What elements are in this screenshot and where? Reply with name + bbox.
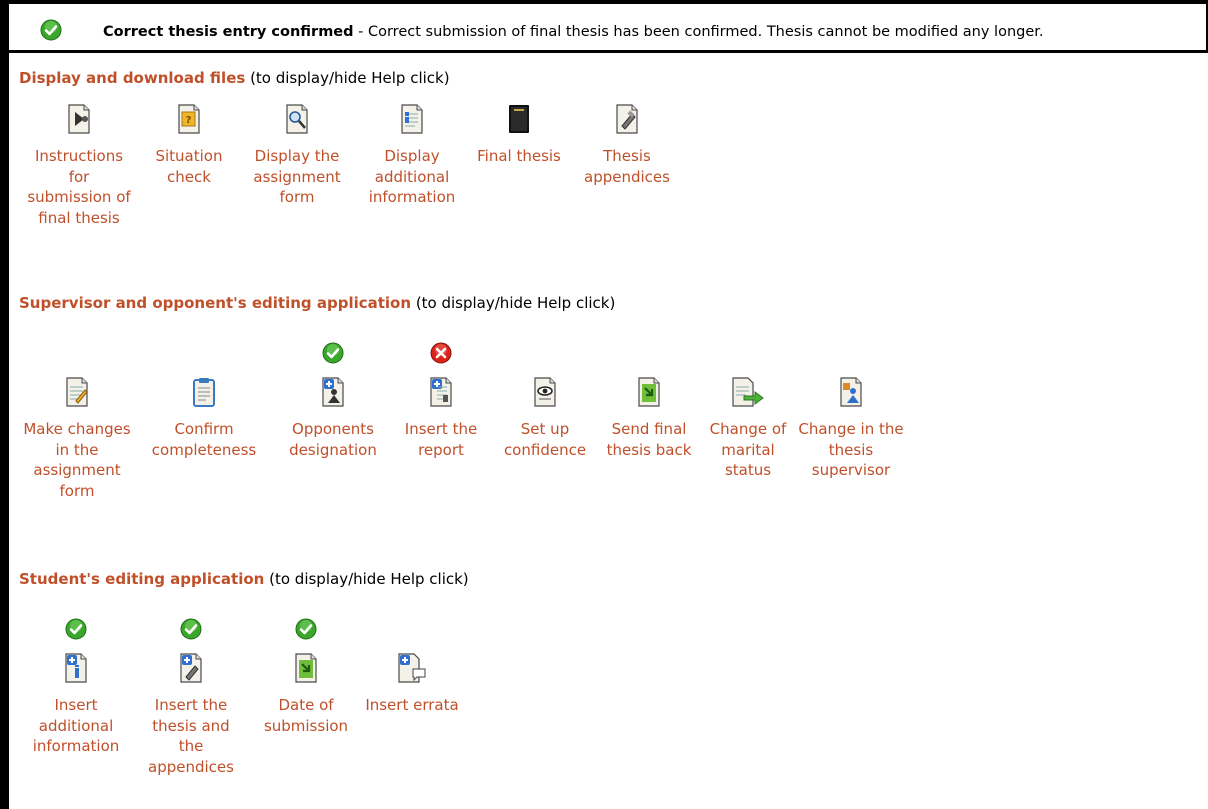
check-circle-icon <box>322 342 344 364</box>
section-student-heading[interactable]: Student's editing application <box>19 570 264 588</box>
svg-text:?: ? <box>186 115 192 126</box>
action-label[interactable]: Date of submission <box>250 695 362 736</box>
check-circle-icon <box>180 618 202 640</box>
action-label[interactable]: Opponents designation <box>277 419 389 460</box>
insert-report-icon[interactable] <box>428 377 454 407</box>
action-label[interactable]: Make changes in the assignment form <box>21 419 133 501</box>
black-book-icon[interactable] <box>506 104 532 134</box>
insert-info-icon[interactable] <box>63 653 89 683</box>
action-label[interactable]: Change of marital status <box>692 419 804 481</box>
eye-document-icon[interactable] <box>532 377 558 407</box>
section-student-help[interactable]: (to display/hide Help click) <box>264 570 469 588</box>
action-label[interactable]: Situation check <box>133 146 245 187</box>
action-label[interactable]: Insert the thesis and the appendices <box>135 695 247 777</box>
action-label[interactable]: Confirm completeness <box>148 419 260 460</box>
action-label[interactable]: Insert the report <box>385 419 497 460</box>
section-supervisor-help[interactable]: (to display/hide Help click) <box>411 294 616 312</box>
action-label[interactable]: Send final thesis back <box>593 419 705 460</box>
situation-check-icon[interactable]: ? <box>176 104 202 134</box>
appendices-icon[interactable] <box>614 104 640 134</box>
section-supervisor-title[interactable]: Supervisor and opponent's editing applic… <box>19 294 615 312</box>
info-document-icon[interactable] <box>399 104 425 134</box>
insert-errata-icon[interactable] <box>396 653 428 683</box>
action-label[interactable]: Set up confidence <box>489 419 601 460</box>
action-label[interactable]: Display the assignment form <box>241 146 353 208</box>
cross-circle-icon <box>430 342 452 364</box>
check-circle-icon <box>65 618 87 640</box>
person-document-icon[interactable] <box>320 377 346 407</box>
supervisor-change-icon[interactable] <box>838 377 864 407</box>
section-display-heading[interactable]: Display and download files <box>19 69 245 87</box>
section-student-title[interactable]: Student's editing application (to displa… <box>19 570 469 588</box>
status-title: Correct thesis entry confirmed <box>103 24 354 40</box>
status-message: - Correct submission of final thesis has… <box>353 24 1044 40</box>
section-supervisor-heading[interactable]: Supervisor and opponent's editing applic… <box>19 294 411 312</box>
check-circle-icon <box>40 19 62 41</box>
status-divider <box>9 50 1208 53</box>
change-arrow-icon[interactable] <box>730 377 766 407</box>
action-label[interactable]: Insert errata <box>356 695 468 716</box>
action-label[interactable]: Final thesis <box>463 146 575 167</box>
action-label[interactable]: Change in the thesis supervisor <box>795 419 907 481</box>
instructions-icon[interactable] <box>66 104 92 134</box>
insert-thesis-icon[interactable] <box>178 653 204 683</box>
send-back-icon[interactable] <box>636 377 662 407</box>
section-display-title[interactable]: Display and download files (to display/h… <box>19 69 450 87</box>
edit-document-icon[interactable] <box>64 377 90 407</box>
action-label[interactable]: Thesis appendices <box>571 146 683 187</box>
section-display-help[interactable]: (to display/hide Help click) <box>245 69 450 87</box>
action-label[interactable]: Display additional information <box>356 146 468 208</box>
magnifier-document-icon[interactable] <box>284 104 310 134</box>
date-submission-icon[interactable] <box>293 653 319 683</box>
clipboard-icon[interactable] <box>191 377 217 407</box>
action-label[interactable]: Instructions for submission of final thesis <box>23 146 135 228</box>
check-circle-icon <box>295 618 317 640</box>
window-left-border <box>0 0 9 809</box>
window-top-border <box>9 0 1208 4</box>
action-label[interactable]: Insert additional information <box>20 695 132 757</box>
